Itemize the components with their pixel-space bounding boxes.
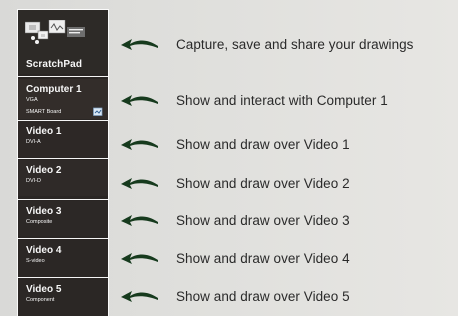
arrow-left-icon — [121, 139, 158, 150]
video-4-subtitle: S-video — [26, 258, 45, 264]
description-text: Capture, save and share your drawings — [176, 37, 414, 52]
video-5-subtitle: Component — [26, 297, 55, 303]
description-text: Show and draw over Video 2 — [176, 176, 350, 191]
computer-1-smartboard: SMART Board — [26, 109, 62, 115]
page: ScratchPad Computer 1 VGA SMART Board Vi… — [0, 0, 458, 316]
description-text: Show and draw over Video 4 — [176, 251, 350, 266]
arrow-left-icon — [121, 215, 158, 226]
description-text: Show and draw over Video 1 — [176, 137, 350, 152]
sidebar-item-video-3[interactable]: Video 3 Composite — [18, 201, 108, 236]
video-4-title: Video 4 — [26, 245, 62, 256]
sidebar-item-video-4[interactable]: Video 4 S-video — [18, 240, 108, 276]
description-row-video-3: Show and draw over Video 3 — [120, 206, 450, 238]
description-row-video-4: Show and draw over Video 4 — [120, 244, 450, 276]
smart-board-icon — [93, 107, 103, 116]
video-1-title: Video 1 — [26, 126, 62, 137]
arrow-left-icon — [121, 291, 158, 302]
sidebar-item-video-2[interactable]: Video 2 DVI-D — [18, 160, 108, 196]
sidebar-divider — [18, 277, 108, 278]
description-row-scratchpad: Capture, save and share your drawings — [120, 30, 450, 62]
description-row-video-5: Show and draw over Video 5 — [120, 282, 450, 314]
video-3-title: Video 3 — [26, 206, 62, 217]
sidebar-item-video-1[interactable]: Video 1 DVI-A — [18, 121, 108, 157]
sidebar-divider — [18, 76, 108, 77]
description-row-video-1: Show and draw over Video 1 — [120, 130, 450, 162]
arrow-left-icon — [121, 95, 158, 106]
video-2-title: Video 2 — [26, 165, 62, 176]
arrow-left-icon — [121, 178, 158, 189]
sidebar-item-computer-1[interactable]: Computer 1 VGA SMART Board — [18, 79, 108, 119]
description-text: Show and draw over Video 3 — [176, 213, 350, 228]
video-3-subtitle: Composite — [26, 219, 53, 225]
computer-1-subtitle: VGA — [26, 97, 38, 103]
sidebar-divider — [18, 158, 108, 159]
arrow-left-icon — [121, 253, 158, 264]
description-row-computer-1: Show and interact with Computer 1 — [120, 86, 450, 118]
scratchpad-label: ScratchPad — [26, 59, 83, 70]
video-1-subtitle: DVI-A — [26, 139, 41, 145]
scratchpad-icon — [25, 20, 85, 44]
sidebar-item-video-5[interactable]: Video 5 Component — [18, 279, 108, 316]
sidebar-divider — [18, 199, 108, 200]
sidebar-item-scratchpad[interactable]: ScratchPad — [18, 10, 108, 74]
description-row-video-2: Show and draw over Video 2 — [120, 169, 450, 201]
video-5-title: Video 5 — [26, 284, 62, 295]
computer-1-title: Computer 1 — [26, 84, 82, 95]
video-2-subtitle: DVI-D — [26, 178, 41, 184]
arrow-left-icon — [121, 39, 158, 50]
description-text: Show and draw over Video 5 — [176, 289, 350, 304]
sidebar-divider — [18, 238, 108, 239]
description-text: Show and interact with Computer 1 — [176, 93, 388, 108]
